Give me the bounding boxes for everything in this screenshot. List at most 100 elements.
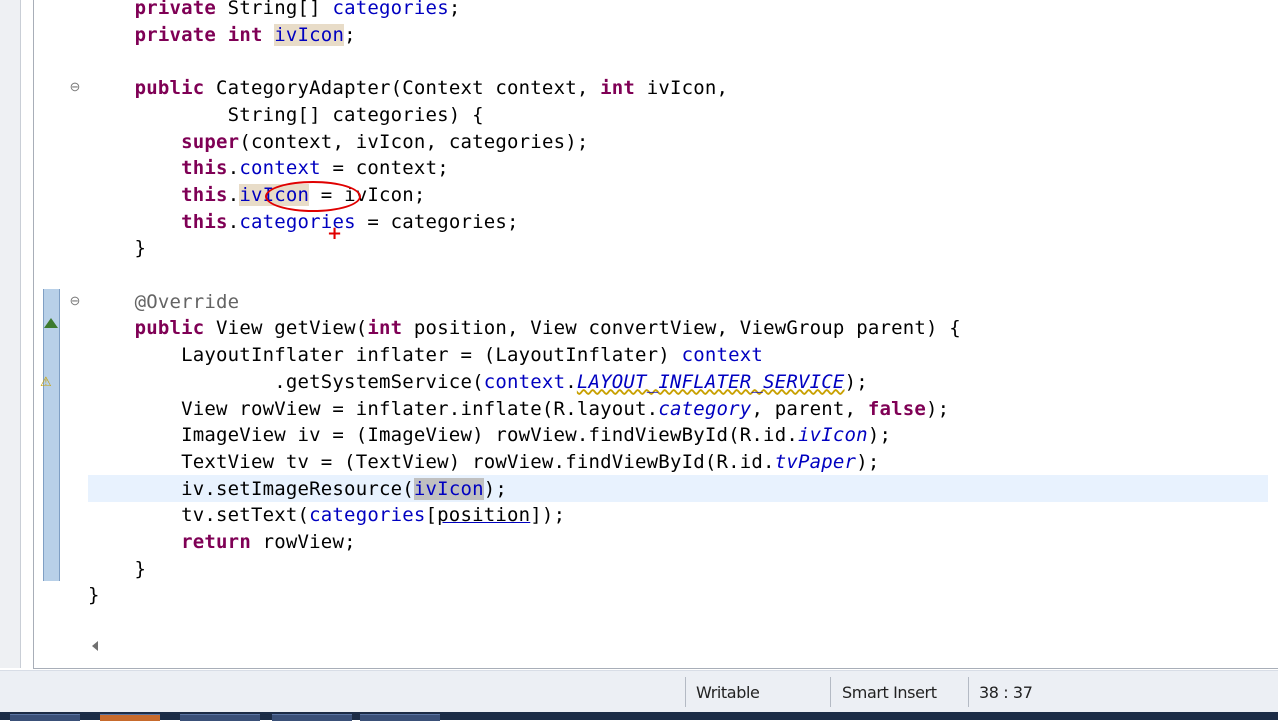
- code-token: public: [134, 77, 205, 100]
- code-token: ivIcon: [797, 424, 868, 447]
- code-token: context: [483, 370, 566, 393]
- status-writable: Writable: [696, 683, 760, 702]
- code-token: int: [227, 23, 263, 46]
- code-line[interactable]: public View getView(int position, View c…: [88, 315, 961, 342]
- code-line[interactable]: }: [88, 582, 100, 609]
- code-token: iv.setImageResource(: [88, 477, 414, 500]
- code-token: = context;: [320, 157, 449, 180]
- status-separator: [968, 677, 969, 707]
- code-token: .getSystemService(: [88, 370, 484, 393]
- code-token: (context, ivIcon, categories);: [239, 130, 589, 153]
- code-token: super: [181, 130, 240, 153]
- code-line[interactable]: }: [88, 235, 146, 262]
- code-token: this: [181, 183, 228, 206]
- code-token: tvPaper: [774, 450, 857, 473]
- code-token: public: [134, 317, 205, 340]
- code-line[interactable]: String[] categories) {: [88, 102, 484, 129]
- code-token: .: [227, 157, 240, 180]
- code-line[interactable]: iv.setImageResource(ivIcon);: [88, 476, 507, 503]
- code-token: category: [658, 397, 752, 420]
- overview-ruler[interactable]: [43, 289, 60, 581]
- code-token: .: [227, 183, 240, 206]
- code-token: context: [239, 157, 321, 180]
- code-line[interactable]: TextView tv = (TextView) rowView.findVie…: [88, 449, 879, 476]
- code-token: View rowView = inflater.inflate(R.layout…: [88, 397, 659, 420]
- code-token: );: [844, 370, 868, 393]
- code-token: return: [181, 531, 251, 553]
- code-token: LAYOUT_INFLATER_SERVICE: [576, 370, 845, 393]
- code-token: private: [134, 0, 217, 19]
- code-area[interactable]: private String[] categories; private int…: [88, 0, 1268, 636]
- code-line[interactable]: public CategoryAdapter(Context context, …: [88, 75, 728, 102]
- code-token: ivIcon: [413, 477, 484, 500]
- code-token: );: [856, 450, 880, 473]
- fold-toggle-constructor-icon[interactable]: ⊖: [69, 80, 81, 93]
- code-token: ivIcon,: [635, 77, 729, 100]
- horizontal-scrollbar[interactable]: [88, 638, 1268, 656]
- code-token: int: [367, 317, 403, 340]
- red-crosshair-cursor-icon: +: [327, 223, 343, 244]
- code-token: [: [425, 504, 438, 527]
- status-bar: Writable Smart Insert 38 : 37: [0, 670, 1278, 713]
- code-token: );: [483, 477, 508, 500]
- code-token: .: [565, 370, 577, 393]
- code-token: );: [926, 397, 950, 420]
- code-token: ;: [448, 0, 461, 19]
- code-token: context: [681, 344, 764, 367]
- code-token: this: [181, 157, 228, 180]
- warning-marker-icon[interactable]: ⚠: [40, 374, 58, 390]
- code-line[interactable]: .getSystemService(context.LAYOUT_INFLATE…: [88, 369, 868, 396]
- code-line[interactable]: private int ivIcon;: [88, 22, 356, 49]
- status-separator: [830, 677, 831, 707]
- code-line[interactable]: LayoutInflater inflater = (LayoutInflate…: [88, 342, 763, 369]
- code-token: }: [88, 557, 147, 580]
- code-line[interactable]: return rowView;: [88, 529, 356, 556]
- code-token: .: [227, 210, 240, 233]
- code-token: LayoutInflater inflater = (LayoutInflate…: [88, 344, 682, 367]
- override-marker-icon[interactable]: [44, 318, 58, 328]
- code-token: }: [88, 584, 100, 607]
- code-token: false: [867, 397, 927, 420]
- code-token: int: [600, 77, 636, 100]
- code-line[interactable]: }: [88, 556, 146, 583]
- fold-toggle-getview-icon[interactable]: ⊖: [69, 294, 81, 307]
- code-line[interactable]: View rowView = inflater.inflate(R.layout…: [88, 396, 949, 423]
- code-line[interactable]: tv.setText(categories[position]);: [88, 502, 565, 529]
- code-line[interactable]: this.categories = categories;: [88, 209, 519, 236]
- code-line[interactable]: @Override: [88, 289, 240, 316]
- code-line[interactable]: super(context, ivIcon, categories);: [88, 129, 589, 156]
- code-token: String[] categories) {: [88, 103, 484, 126]
- code-token: private: [134, 23, 217, 46]
- code-token: = ivIcon;: [309, 183, 426, 206]
- code-token: rowView;: [250, 531, 356, 553]
- left-panel-edge: [0, 0, 21, 668]
- code-line[interactable]: private String[] categories;: [88, 0, 461, 22]
- code-token: String[]: [216, 0, 333, 19]
- code-line[interactable]: this.ivIcon = ivIcon;: [88, 182, 426, 209]
- status-cursor-position: 38 : 37: [979, 683, 1033, 702]
- scroll-left-icon[interactable]: [92, 641, 98, 651]
- code-token: position, View convertView, ViewGroup pa…: [402, 317, 961, 340]
- code-token: ImageView iv = (ImageView) rowView.findV…: [88, 424, 798, 447]
- code-token: categories: [332, 0, 449, 19]
- code-line[interactable]: this.context = context;: [88, 155, 449, 182]
- code-token: ]);: [530, 504, 566, 527]
- code-token: , parent,: [751, 397, 868, 420]
- code-token: categories: [309, 504, 426, 527]
- code-token: = categories;: [355, 210, 519, 233]
- code-line[interactable]: ImageView iv = (ImageView) rowView.findV…: [88, 422, 891, 449]
- code-token: }: [88, 237, 147, 260]
- code-token: ivIcon: [239, 183, 310, 206]
- code-token: tv.setText(: [88, 504, 310, 527]
